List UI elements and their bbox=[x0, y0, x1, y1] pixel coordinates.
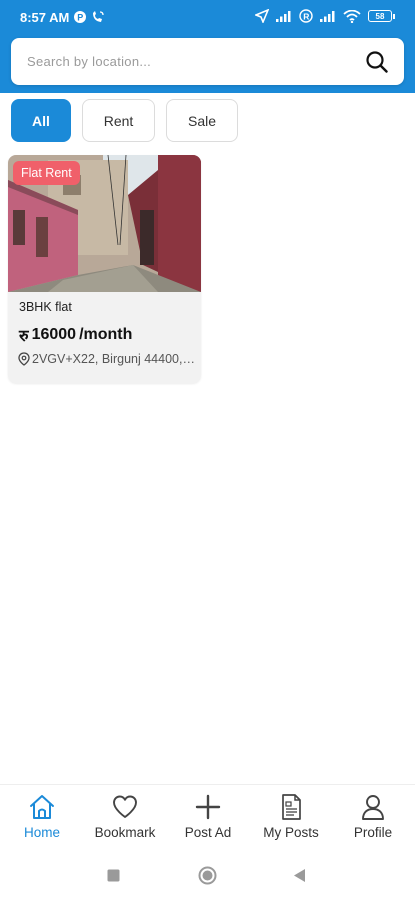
location-pin-icon bbox=[18, 352, 30, 366]
svg-text:R: R bbox=[303, 12, 309, 22]
nav-profile-label: Profile bbox=[353, 825, 393, 840]
filter-chips: All Rent Sale bbox=[11, 99, 238, 142]
nav-my-posts-label: My Posts bbox=[263, 825, 319, 840]
price-value: 16000 bbox=[31, 326, 77, 343]
price-period: /month bbox=[79, 326, 133, 343]
listing-location: 2VGV+X22, Birgunj 44400, Nepal bbox=[18, 352, 198, 366]
signal-icon bbox=[320, 11, 335, 22]
svg-text:P: P bbox=[77, 13, 83, 23]
signal-icon bbox=[276, 11, 291, 22]
wifi-icon bbox=[343, 9, 361, 23]
location-text: 2VGV+X22, Birgunj 44400, Nepal bbox=[32, 352, 197, 366]
nav-home-label: Home bbox=[23, 825, 60, 840]
status-time: 8:57 AM bbox=[20, 10, 70, 25]
heart-icon bbox=[113, 795, 137, 818]
nav-bookmark-label: Bookmark bbox=[94, 825, 156, 840]
home-circle-icon[interactable] bbox=[198, 866, 217, 885]
location-arrow-icon bbox=[255, 9, 269, 23]
app-header: 8:57 AM P R 58 bbox=[0, 0, 415, 93]
filter-chip-rent[interactable]: Rent bbox=[82, 99, 155, 142]
status-right-icons: R 58 bbox=[255, 9, 395, 23]
document-icon bbox=[282, 794, 301, 820]
listing-price: रु 16000 /month bbox=[19, 324, 132, 346]
nav-my-posts[interactable]: My Posts bbox=[251, 793, 331, 840]
nav-post-ad[interactable]: Post Ad bbox=[168, 793, 248, 840]
listing-photo[interactable]: Flat Rent bbox=[8, 155, 201, 292]
r-badge-icon: R bbox=[299, 9, 313, 23]
bottom-nav: Home Bookmark Post Ad My Posts Profile bbox=[0, 784, 415, 850]
back-triangle-icon[interactable] bbox=[293, 868, 306, 883]
battery-icon: 58 bbox=[368, 10, 395, 22]
user-icon bbox=[362, 795, 384, 820]
system-nav-bar bbox=[0, 850, 415, 900]
nav-home[interactable]: Home bbox=[2, 793, 82, 840]
p-badge-icon: P bbox=[74, 11, 86, 23]
search-bar[interactable] bbox=[11, 38, 404, 85]
status-bar: 8:57 AM P R 58 bbox=[0, 0, 415, 36]
listing-card[interactable]: Flat Rent 3BHK flat रु 16000 /month 2VGV… bbox=[8, 155, 201, 383]
search-icon[interactable] bbox=[365, 50, 389, 74]
search-input[interactable] bbox=[27, 38, 357, 85]
nav-post-ad-label: Post Ad bbox=[184, 825, 232, 840]
nav-profile[interactable]: Profile bbox=[333, 793, 413, 840]
recents-square-icon[interactable] bbox=[107, 869, 120, 882]
home-icon bbox=[30, 795, 54, 819]
listing-title: 3BHK flat bbox=[19, 300, 72, 314]
filter-chip-sale[interactable]: Sale bbox=[166, 99, 238, 142]
currency-symbol: रु bbox=[19, 328, 29, 345]
phone-wifi-icon bbox=[93, 11, 104, 22]
nav-bookmark[interactable]: Bookmark bbox=[85, 793, 165, 840]
listing-type-badge: Flat Rent bbox=[13, 161, 80, 185]
plus-icon bbox=[195, 794, 221, 820]
status-left-icons: P bbox=[73, 10, 105, 24]
battery-level: 58 bbox=[368, 10, 392, 22]
filter-chip-all[interactable]: All bbox=[11, 99, 71, 142]
